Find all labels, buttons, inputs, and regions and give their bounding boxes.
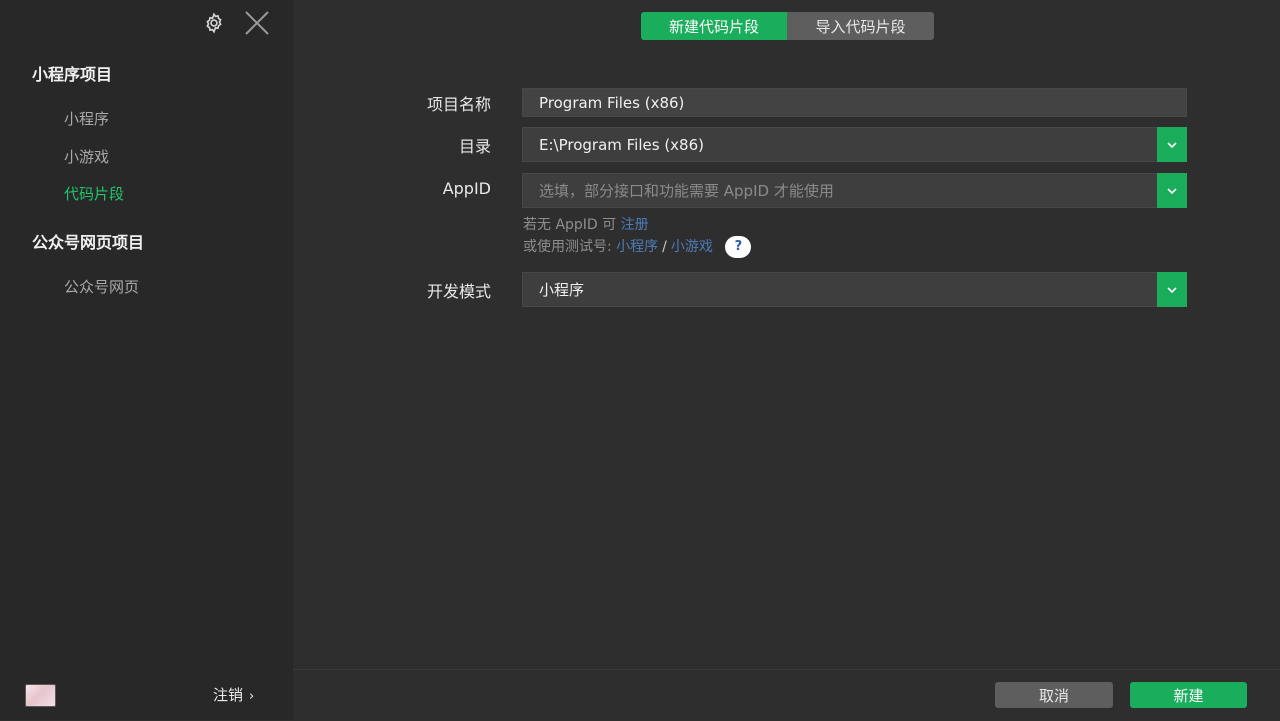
appid-select[interactable]: 选填，部分接口和功能需要 AppID 才能使用 (522, 173, 1187, 208)
appid-placeholder: 选填，部分接口和功能需要 AppID 才能使用 (539, 182, 834, 200)
dev-mode-select[interactable]: 小程序 (522, 272, 1187, 307)
help-icon[interactable]: ? (725, 236, 752, 258)
cancel-button[interactable]: 取消 (995, 682, 1113, 708)
appid-label: AppID (442, 179, 491, 198)
create-button[interactable]: 新建 (1130, 682, 1247, 708)
close-icon[interactable] (244, 10, 270, 36)
tab-new-snippet[interactable]: 新建代码片段 (641, 12, 787, 40)
test-minigame-link[interactable]: 小游戏 (671, 239, 713, 255)
dev-mode-value: 小程序 (539, 281, 585, 299)
directory-label: 目录 (458, 137, 491, 156)
directory-dropdown-button[interactable] (1157, 127, 1187, 162)
chevron-down-icon (1167, 141, 1177, 148)
logout-label: 注销 (213, 686, 244, 704)
sidebar-item-miniprogram[interactable]: 小程序 (64, 108, 109, 129)
group-title-web-projects: 公众号网页项目 (32, 233, 145, 252)
hint-prefix: 若无 AppID 可 (523, 217, 617, 233)
chevron-down-icon (1167, 187, 1177, 194)
directory-value: E:\Program Files (x86) (539, 135, 704, 154)
project-name-value: Program Files (x86) (539, 93, 685, 112)
sidebar-item-official-web[interactable]: 公众号网页 (64, 276, 139, 297)
appid-register-hint: 若无 AppID 可 注册 (523, 214, 649, 234)
test-miniprogram-link[interactable]: 小程序 (616, 239, 658, 255)
project-name-input[interactable]: Program Files (x86) (522, 88, 1187, 117)
sidebar: 小程序项目 小程序 小游戏 代码片段 公众号网页项目 公众号网页 注销 › (0, 0, 293, 720)
sidebar-item-code-snippet[interactable]: 代码片段 (64, 183, 124, 204)
gear-icon[interactable] (203, 12, 225, 34)
sidebar-item-minigame[interactable]: 小游戏 (64, 146, 109, 167)
tab-import-snippet[interactable]: 导入代码片段 (787, 12, 934, 40)
dev-mode-dropdown-button[interactable] (1157, 272, 1187, 307)
hint-test-prefix: 或使用测试号: (523, 239, 612, 255)
group-title-miniprogram-projects: 小程序项目 (32, 65, 113, 84)
avatar[interactable] (25, 684, 56, 707)
chevron-down-icon (1167, 286, 1177, 293)
directory-select[interactable]: E:\Program Files (x86) (522, 127, 1187, 162)
hint-separator: / (662, 239, 667, 255)
appid-dropdown-button[interactable] (1157, 173, 1187, 208)
appid-test-hint: 或使用测试号: 小程序 / 小游戏 ? (523, 236, 752, 258)
logout-button[interactable]: 注销 › (213, 684, 254, 705)
dev-mode-label: 开发模式 (426, 282, 491, 301)
project-name-label: 项目名称 (426, 95, 491, 114)
register-link[interactable]: 注册 (621, 217, 649, 233)
chevron-right-icon: › (249, 689, 255, 704)
